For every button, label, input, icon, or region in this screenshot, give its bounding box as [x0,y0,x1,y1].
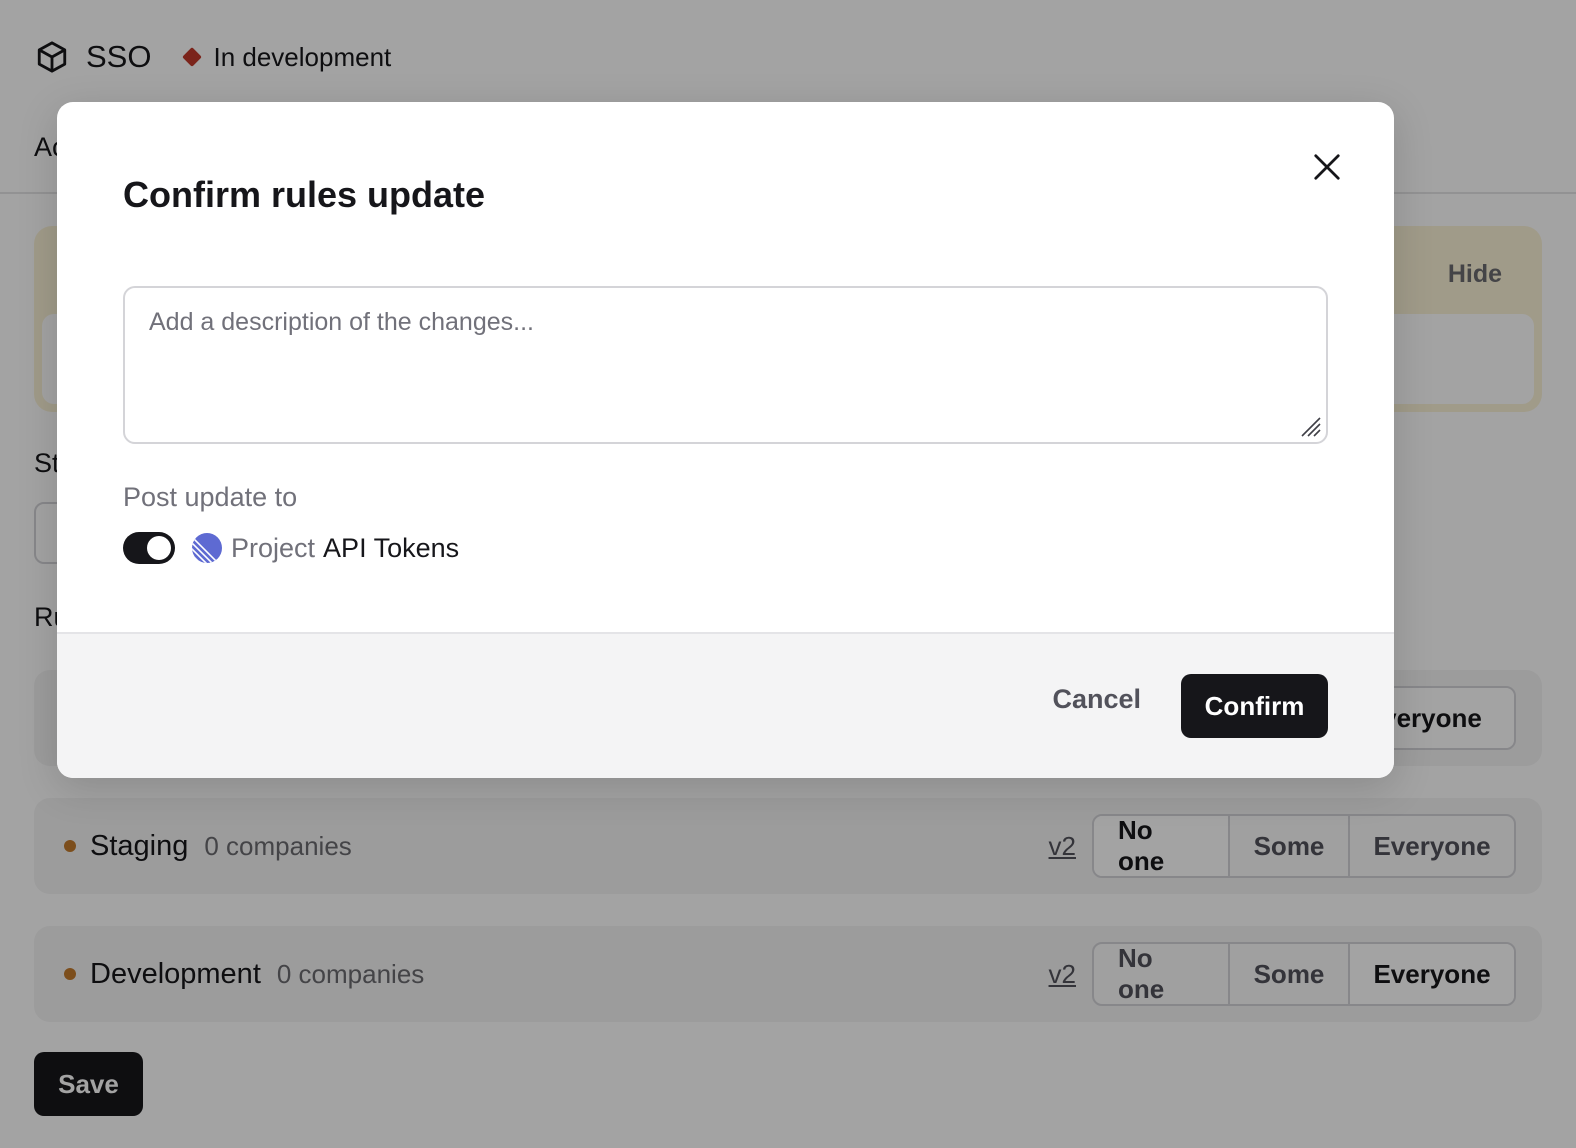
post-update-target: Project API Tokens [123,528,459,568]
confirm-rules-dialog: Confirm rules update Post update to Proj… [57,102,1394,778]
description-textarea[interactable] [125,288,1326,442]
description-field [123,286,1328,444]
dialog-footer: Cancel Confirm [57,632,1394,778]
close-button[interactable] [1306,146,1348,188]
post-update-toggle[interactable] [123,532,175,564]
close-icon [1314,154,1340,180]
project-label: Project [231,532,316,563]
project-name: API Tokens [323,532,460,563]
resize-handle-icon[interactable] [1296,412,1322,438]
confirm-button[interactable]: Confirm [1181,674,1328,738]
cancel-button[interactable]: Cancel [1052,684,1141,715]
toggle-knob [147,536,171,560]
post-update-label: Post update to [123,482,298,512]
dialog-title: Confirm rules update [123,174,486,215]
linear-icon [191,532,223,564]
